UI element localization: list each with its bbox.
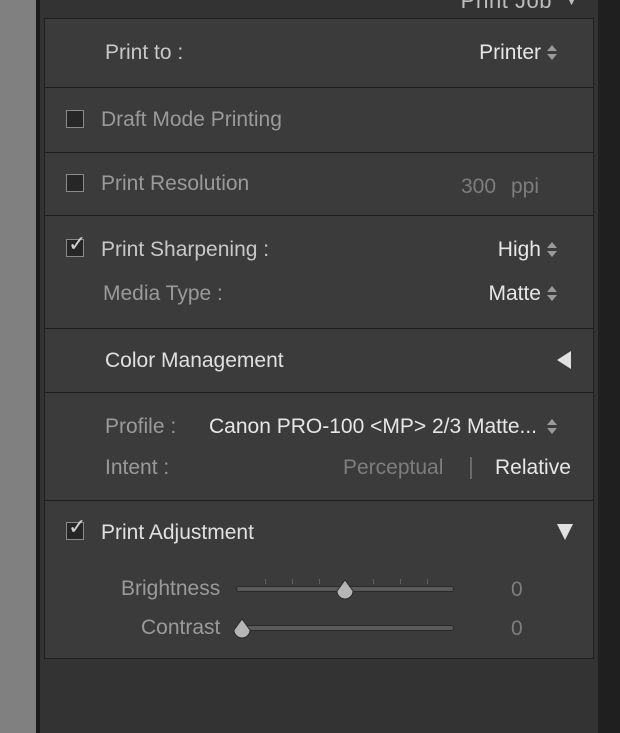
profile-select[interactable]: Canon PRO-100 <MP> 2/3 Matte...	[209, 415, 537, 439]
print-resolution-section: Print Resolution 300 ppi	[44, 153, 594, 216]
contrast-label: Contrast	[141, 616, 221, 639]
print-adjustment-section: Print Adjustment Brightness 0 Contrast 0	[44, 501, 594, 659]
print-sharpening-section: Print Sharpening : High Media Type : Mat…	[44, 216, 594, 329]
intent-separator	[470, 457, 472, 479]
print-resolution-value[interactable]: 300	[461, 175, 496, 199]
media-type-stepper-icon[interactable]	[547, 286, 557, 302]
color-management-content: Profile : Canon PRO-100 <MP> 2/3 Matte..…	[44, 393, 594, 501]
intent-label: Intent :	[105, 456, 170, 479]
print-sharpening-label: Print Sharpening :	[101, 238, 270, 261]
profile-label: Profile :	[105, 415, 177, 438]
print-adjustment-label: Print Adjustment	[101, 521, 254, 544]
brightness-value[interactable]: 0	[511, 578, 523, 602]
intent-option-perceptual[interactable]: Perceptual	[343, 456, 443, 480]
panel-scroll-edge	[598, 0, 620, 733]
print-to-section: Print to : Printer	[44, 18, 594, 88]
color-management-header[interactable]: Color Management	[44, 329, 594, 393]
profile-stepper-icon[interactable]	[547, 419, 557, 435]
brightness-label: Brightness	[121, 577, 221, 600]
contrast-slider-track[interactable]	[236, 625, 454, 631]
print-resolution-checkbox[interactable]	[66, 174, 84, 192]
media-type-select[interactable]: Matte	[488, 282, 541, 306]
brightness-slider-thumb[interactable]	[335, 579, 355, 601]
draft-mode-section: Draft Mode Printing	[44, 88, 594, 153]
collapse-arrow-icon[interactable]: ▼	[566, 0, 578, 8]
intent-option-relative[interactable]: Relative	[495, 456, 571, 480]
left-gutter	[0, 0, 36, 733]
draft-mode-label: Draft Mode Printing	[101, 108, 282, 131]
print-to-label: Print to :	[105, 41, 184, 64]
draft-mode-checkbox[interactable]	[66, 110, 84, 128]
contrast-value[interactable]: 0	[511, 617, 523, 641]
media-type-label: Media Type :	[103, 282, 223, 305]
print-sharpening-select[interactable]: High	[498, 238, 541, 262]
color-management-title: Color Management	[105, 349, 284, 372]
print-to-select[interactable]: Printer	[479, 41, 541, 65]
panel-title: Print Job	[460, 0, 552, 13]
print-sharpening-stepper-icon[interactable]	[547, 242, 557, 258]
panel-header[interactable]: Print Job ▼	[40, 0, 598, 16]
print-to-stepper-icon[interactable]	[547, 45, 557, 61]
print-adjustment-checkbox[interactable]	[66, 515, 86, 540]
print-sharpening-checkbox[interactable]	[66, 232, 86, 257]
expand-triangle-icon[interactable]	[557, 351, 571, 369]
contrast-slider-thumb[interactable]	[232, 618, 252, 640]
print-resolution-unit: ppi	[511, 175, 540, 198]
collapse-triangle-icon[interactable]	[557, 524, 573, 540]
print-resolution-label: Print Resolution	[101, 172, 250, 195]
